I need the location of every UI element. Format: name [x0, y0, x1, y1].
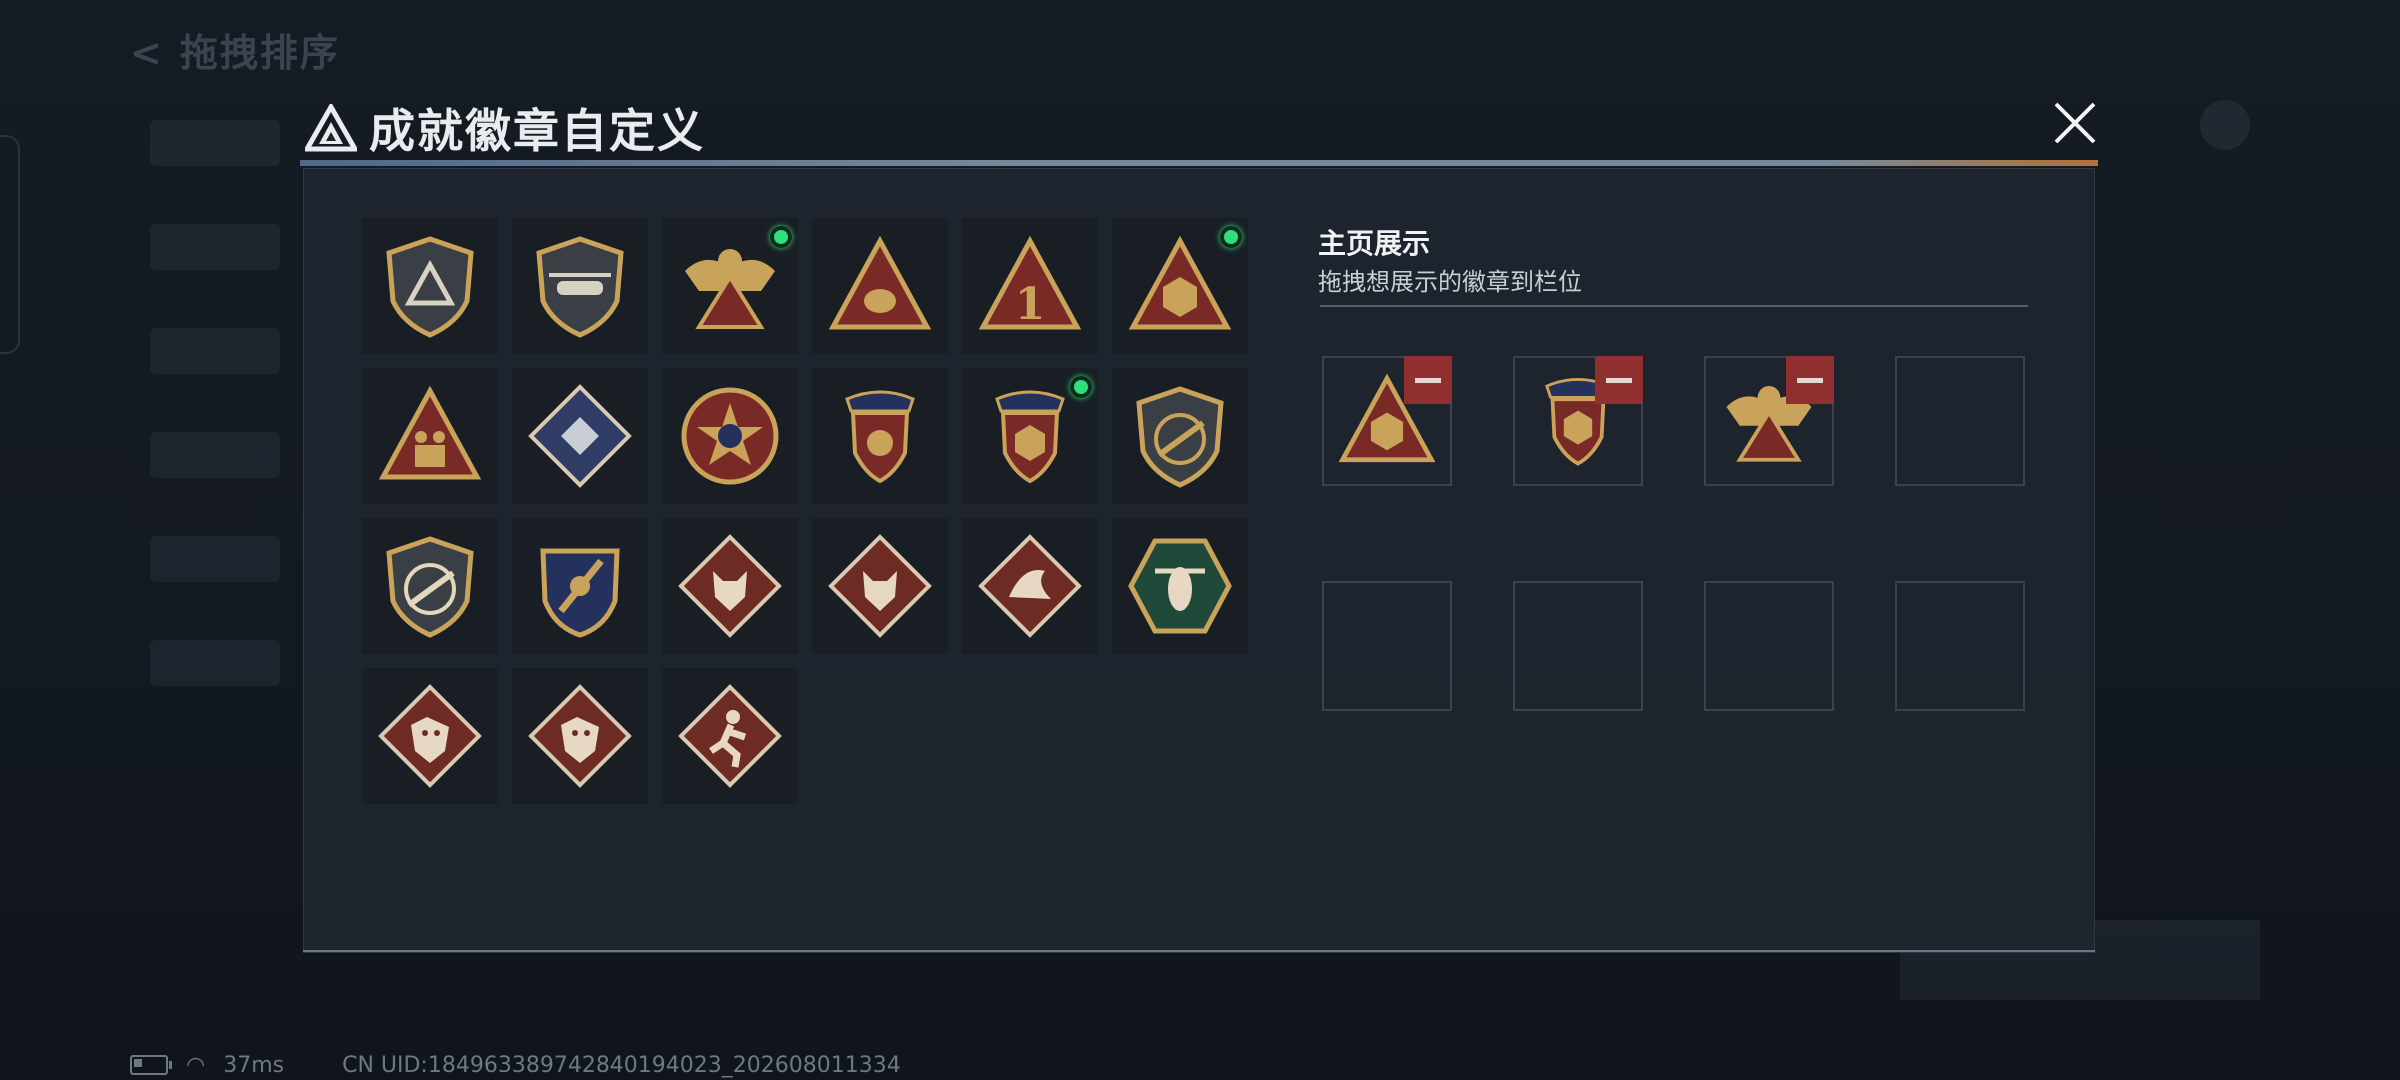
- minus-icon: [1606, 377, 1632, 383]
- badge-cell[interactable]: [512, 668, 648, 804]
- showcase-divider: [1320, 305, 2028, 307]
- badge-cell[interactable]: [962, 518, 1098, 654]
- ping-label: 37ms: [223, 1052, 285, 1078]
- remove-badge-button[interactable]: [1404, 356, 1452, 404]
- badge-cell[interactable]: [362, 368, 498, 504]
- sword-crest-badge-icon: [540, 548, 620, 638]
- d20-triangle-badge-icon: [1128, 235, 1232, 330]
- showcase-title: 主页展示: [1318, 227, 1431, 260]
- egg-triangle-badge-icon: [828, 235, 932, 330]
- showcase-slot-empty[interactable]: [1322, 581, 1452, 711]
- badge-cell[interactable]: [662, 668, 798, 804]
- showcase-hint: 拖拽想展示的徽章到栏位: [1318, 268, 1582, 296]
- dialog-header: 成就徽章自定义: [300, 90, 2098, 160]
- dialog-bottom-line: [303, 950, 2095, 952]
- badge-cell[interactable]: [662, 368, 798, 504]
- showcase-slot-empty[interactable]: [1895, 356, 2025, 486]
- new-indicator-dot: [1070, 376, 1092, 398]
- dragon-diamond-badge-icon: [378, 684, 482, 788]
- badge-cell[interactable]: [662, 218, 798, 354]
- showcase-slot-grid: [1322, 356, 2025, 711]
- new-indicator-dot: [1220, 226, 1242, 248]
- number-one-triangle-badge-icon: 1: [978, 235, 1082, 330]
- status-bar: ◠ 37ms CN UID:184963389742840194023_2026…: [130, 1050, 901, 1080]
- showcase-slot-empty[interactable]: [1704, 581, 1834, 711]
- background-sidebar: [150, 120, 280, 744]
- badge-cell[interactable]: [362, 668, 498, 804]
- golden-eagle-badge-icon: [685, 249, 775, 329]
- battery-icon: [130, 1055, 172, 1075]
- badge-cell[interactable]: [1112, 218, 1248, 354]
- background-back-title: < 拖拽排序: [130, 31, 340, 75]
- wifi-icon: ◠: [186, 1052, 206, 1078]
- badge-cell[interactable]: [662, 518, 798, 654]
- badge-cell[interactable]: [362, 518, 498, 654]
- dialog-title: 成就徽章自定义: [369, 104, 705, 158]
- remove-badge-button[interactable]: [1595, 356, 1643, 404]
- red-star-medal-badge-icon: [681, 387, 779, 485]
- shield-triangle-badge-icon: [386, 236, 474, 338]
- badge-cell[interactable]: [812, 518, 948, 654]
- badge-cell[interactable]: [512, 518, 648, 654]
- badge-grid: 1: [362, 218, 1248, 804]
- badge-cell[interactable]: [812, 218, 948, 354]
- svg-text:1: 1: [1015, 279, 1046, 330]
- badge-cell[interactable]: [512, 368, 648, 504]
- minus-icon: [1415, 377, 1441, 383]
- badge-cell[interactable]: [962, 368, 1098, 504]
- badge-cell[interactable]: [512, 218, 648, 354]
- soldiers-triangle-badge-icon: [378, 385, 482, 480]
- showcase-slot-filled[interactable]: [1322, 356, 1452, 486]
- rifle-shield-badge-icon: [1136, 386, 1224, 488]
- dragon-diamond-badge-2-icon: [528, 684, 632, 788]
- badge-cell[interactable]: [362, 218, 498, 354]
- badge-cell[interactable]: [1112, 368, 1248, 504]
- badge-cell[interactable]: 1: [962, 218, 1098, 354]
- close-button[interactable]: [2052, 100, 2098, 146]
- background-shape: [2200, 100, 2250, 150]
- new-indicator-dot: [770, 226, 792, 248]
- showcase-slot-empty[interactable]: [1513, 581, 1643, 711]
- background-edge: [0, 135, 20, 354]
- silver-diamond-badge-icon: [528, 384, 632, 488]
- dialog-title-group: 成就徽章自定义: [305, 95, 705, 161]
- bird-diamond-badge-icon: [978, 534, 1082, 638]
- showcase-slot-filled[interactable]: [1513, 356, 1643, 486]
- uid-label: CN UID:184963389742840194023_20260801133…: [342, 1052, 901, 1078]
- minus-icon: [1797, 377, 1823, 383]
- rifle-shield-gold-badge-icon: [386, 536, 474, 638]
- wasp-hexagon-badge-icon: [1128, 538, 1232, 634]
- runner-diamond-badge-icon: [678, 684, 782, 788]
- wolf-diamond-badge-2-icon: [828, 534, 932, 638]
- showcase-slot-filled[interactable]: [1704, 356, 1834, 486]
- wolf-diamond-badge-icon: [678, 534, 782, 638]
- badge-cell[interactable]: [812, 368, 948, 504]
- d20-crest-badge-icon: [995, 390, 1065, 484]
- close-icon: [2054, 102, 2096, 144]
- badge-cell[interactable]: [1112, 518, 1248, 654]
- header-divider: [300, 160, 2098, 166]
- blue-crest-badge-icon: [845, 390, 915, 484]
- remove-badge-button[interactable]: [1786, 356, 1834, 404]
- helicopter-shield-badge-icon: [536, 236, 624, 338]
- triangle-logo-icon: [305, 104, 357, 152]
- showcase-slot-empty[interactable]: [1895, 581, 2025, 711]
